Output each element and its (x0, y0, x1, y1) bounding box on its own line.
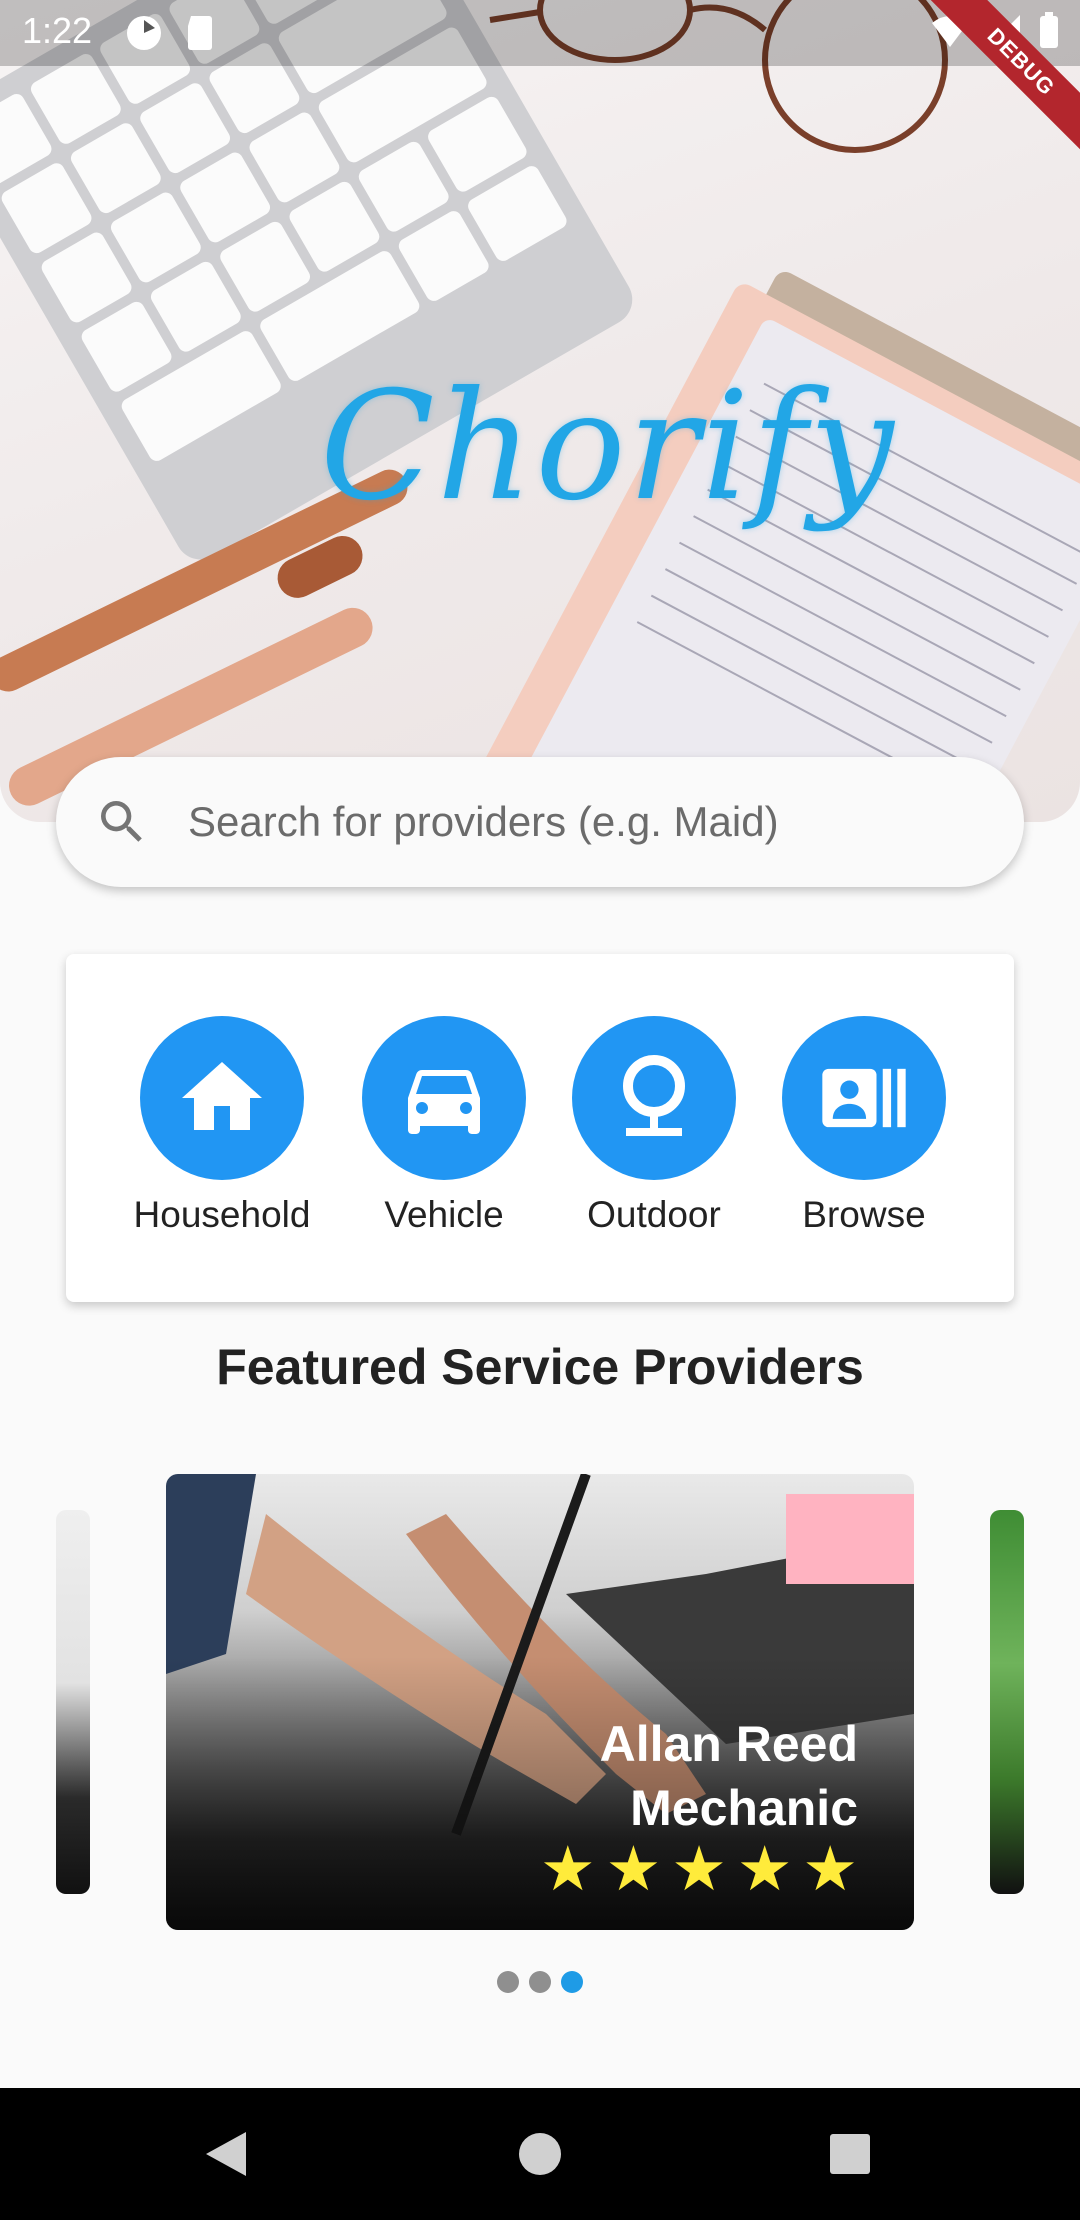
status-bar: 1:22 (0, 0, 1080, 66)
star-icon: ★ (802, 1832, 858, 1905)
car-icon (408, 1070, 480, 1134)
sd-card-icon (188, 16, 212, 50)
back-icon[interactable] (200, 2128, 252, 2180)
star-icon: ★ (605, 1832, 662, 1905)
carousel-dot-active[interactable] (561, 1971, 583, 1993)
carousel-dot[interactable] (497, 1971, 519, 1993)
battery-icon (1040, 12, 1058, 48)
category-vehicle[interactable]: Vehicle (344, 1016, 544, 1236)
category-browse[interactable]: Browse (764, 1016, 964, 1236)
provider-name: Allan Reed (599, 1716, 858, 1772)
outdoor-button[interactable] (572, 1016, 736, 1180)
category-label: Outdoor (587, 1194, 721, 1235)
carousel-indicator (0, 1971, 1080, 1993)
category-label: Household (133, 1194, 311, 1235)
system-nav-bar (0, 2088, 1080, 2220)
provider-info: Allan Reed Mechanic (600, 1712, 858, 1840)
provider-card[interactable]: Allan Reed Mechanic ★ ★ ★ ★ ★ (166, 1474, 914, 1930)
pinwheel-status-icon (127, 16, 161, 50)
hero-banner: Chorify 1:22 DEBUG (0, 0, 1080, 822)
home-icon (182, 1062, 262, 1130)
app-logo-text: Chorify (320, 360, 896, 534)
carousel-next-card[interactable] (990, 1510, 1024, 1894)
provider-role: Mechanic (630, 1780, 858, 1836)
tree-icon (623, 1055, 685, 1136)
carousel-dot[interactable] (529, 1971, 551, 1993)
category-household[interactable]: Household (122, 1016, 322, 1236)
star-icon: ★ (736, 1832, 793, 1905)
household-button[interactable] (140, 1016, 304, 1180)
category-card: Household Vehicle Outdoor Browse (66, 954, 1014, 1302)
star-icon: ★ (671, 1832, 727, 1905)
category-label: Vehicle (384, 1194, 504, 1235)
search-input[interactable] (186, 797, 950, 847)
rating-stars: ★ ★ ★ ★ ★ (540, 1838, 858, 1900)
category-outdoor[interactable]: Outdoor (554, 1016, 754, 1236)
status-time: 1:22 (22, 10, 93, 51)
search-icon (101, 801, 142, 842)
browse-icon (822, 1068, 906, 1128)
home-nav-icon[interactable] (516, 2128, 564, 2180)
search-bar[interactable] (56, 757, 1024, 887)
category-label: Browse (802, 1194, 926, 1235)
carousel-prev-card[interactable] (56, 1510, 90, 1894)
browse-button[interactable] (782, 1016, 946, 1180)
recents-icon[interactable] (826, 2128, 874, 2180)
featured-title: Featured Service Providers (216, 1339, 864, 1395)
vehicle-button[interactable] (362, 1016, 526, 1180)
star-icon: ★ (540, 1832, 596, 1905)
